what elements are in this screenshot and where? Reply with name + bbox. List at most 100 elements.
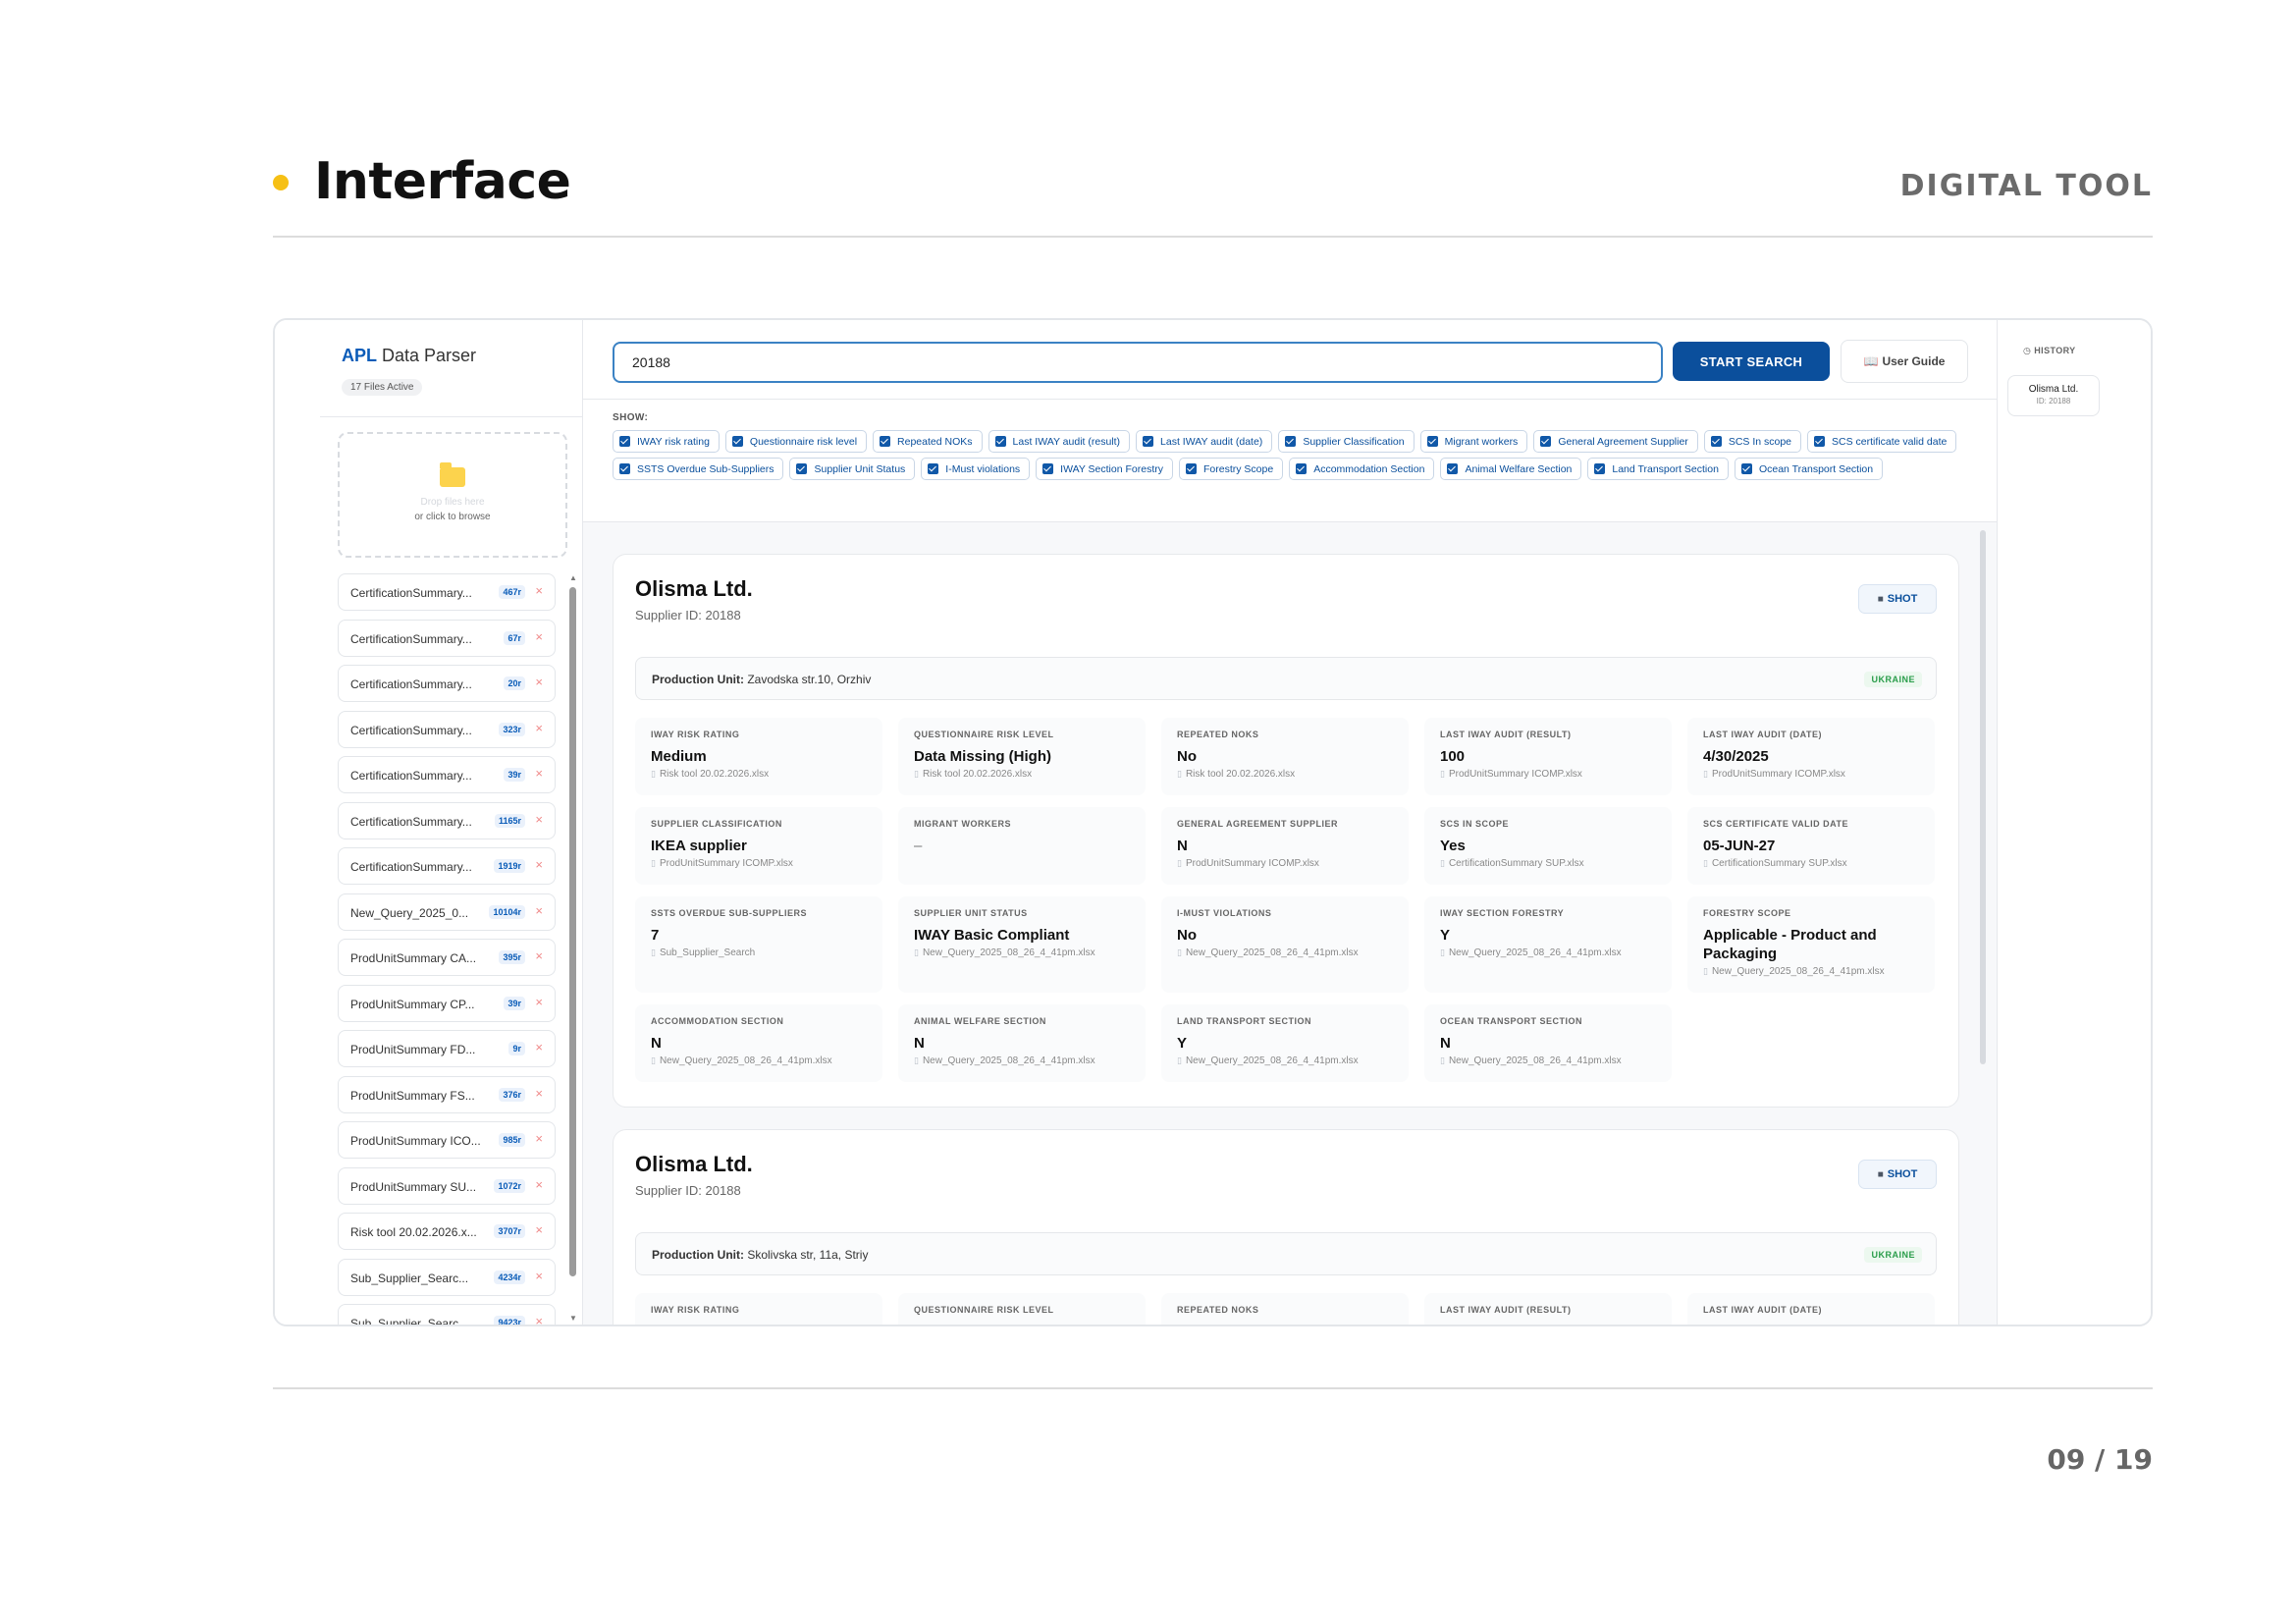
user-guide-button[interactable]: 📖 User Guide — [1841, 340, 1968, 383]
checkbox-checked-icon[interactable] — [1540, 436, 1552, 447]
remove-file-icon[interactable]: × — [535, 948, 543, 963]
start-search-button[interactable]: START SEARCH — [1673, 342, 1830, 381]
filter-chip[interactable]: Migrant workers — [1419, 430, 1528, 453]
remove-file-icon[interactable]: × — [535, 1222, 543, 1237]
file-list-scrollbar[interactable]: ▲ ▼ — [567, 573, 579, 1325]
checkbox-checked-icon[interactable] — [1042, 463, 1054, 474]
scroll-up-arrow-icon[interactable]: ▲ — [569, 573, 577, 582]
checkbox-checked-icon[interactable] — [1296, 463, 1308, 474]
checkbox-checked-icon[interactable] — [1447, 463, 1459, 474]
field-label: REPEATED NOKS — [1177, 730, 1259, 739]
checkbox-checked-icon[interactable] — [1814, 436, 1826, 447]
remove-file-icon[interactable]: × — [535, 1040, 543, 1055]
results-scrollbar[interactable] — [1980, 530, 1986, 1064]
checkbox-checked-icon[interactable] — [1740, 463, 1752, 474]
file-list-item[interactable]: CertificationSummary... 67r × — [338, 619, 556, 657]
remove-file-icon[interactable]: × — [535, 1269, 543, 1283]
field-cell: SCS IN SCOPE Yes ▯ CertificationSummary SUP… — [1424, 807, 1672, 885]
checkbox-checked-icon[interactable] — [1143, 436, 1154, 447]
filter-chip[interactable]: Repeated NOKs — [873, 430, 983, 453]
remove-file-icon[interactable]: × — [535, 629, 543, 644]
checkbox-checked-icon[interactable] — [1426, 436, 1438, 447]
file-list-item[interactable]: ProdUnitSummary CP... 39r × — [338, 984, 556, 1022]
file-list-item[interactable]: CertificationSummary... 39r × — [338, 756, 556, 793]
filter-chip[interactable]: Supplier Classification — [1278, 430, 1415, 453]
filter-chip[interactable]: Forestry Scope — [1179, 458, 1284, 480]
screenshot-button[interactable]: ■ SHOT — [1858, 1160, 1937, 1189]
file-list-item[interactable]: ProdUnitSummary FD... 9r × — [338, 1030, 556, 1067]
scrollbar-thumb[interactable] — [569, 587, 576, 1276]
filter-chip[interactable]: Last IWAY audit (date) — [1136, 430, 1273, 453]
file-list-item[interactable]: CertificationSummary... 20r × — [338, 665, 556, 702]
checkbox-checked-icon[interactable] — [1594, 463, 1606, 474]
remove-file-icon[interactable]: × — [535, 812, 543, 827]
filter-chip[interactable]: SCS In scope — [1703, 430, 1802, 453]
remove-file-icon[interactable]: × — [535, 675, 543, 689]
checkbox-checked-icon[interactable] — [1710, 436, 1722, 447]
file-list-item[interactable]: ProdUnitSummary CA... 395r × — [338, 939, 556, 976]
remove-file-icon[interactable]: × — [535, 857, 543, 872]
remove-file-icon[interactable]: × — [535, 1314, 543, 1325]
filter-chip[interactable]: SCS certificate valid date — [1807, 430, 1957, 453]
supplier-name: Olisma Ltd. — [635, 1152, 753, 1176]
document-icon: ▯ — [1177, 858, 1182, 868]
filter-chip[interactable]: IWAY risk rating — [613, 430, 720, 453]
file-list-item[interactable]: CertificationSummary... 467r × — [338, 573, 556, 611]
checkbox-checked-icon[interactable] — [619, 436, 630, 447]
filter-chip[interactable]: General Agreement Supplier — [1533, 430, 1698, 453]
filter-chip[interactable]: Last IWAY audit (result) — [988, 430, 1131, 453]
checkbox-checked-icon[interactable] — [928, 463, 939, 474]
checkbox-checked-icon[interactable] — [1285, 436, 1297, 447]
remove-file-icon[interactable]: × — [535, 1177, 543, 1192]
document-icon: ▯ — [651, 947, 656, 957]
remove-file-icon[interactable]: × — [535, 721, 543, 735]
filter-chip[interactable]: Supplier Unit Status — [789, 458, 916, 480]
checkbox-checked-icon[interactable] — [796, 463, 808, 474]
filter-chip[interactable]: Ocean Transport Section — [1734, 458, 1884, 480]
file-list-item[interactable]: CertificationSummary... 1919r × — [338, 847, 556, 885]
checkbox-checked-icon[interactable] — [731, 436, 743, 447]
remove-file-icon[interactable]: × — [535, 903, 543, 918]
file-list-item[interactable]: New_Query_2025_0... 10104r × — [338, 893, 556, 931]
file-list-item[interactable]: Sub_Supplier_Searc... 4234r × — [338, 1258, 556, 1296]
file-list-item[interactable]: ProdUnitSummary FS... 376r × — [338, 1075, 556, 1113]
remove-file-icon[interactable]: × — [535, 995, 543, 1009]
field-cell: QUESTIONNAIRE RISK LEVEL — [898, 1293, 1146, 1325]
screenshot-button[interactable]: ■ SHOT — [1858, 584, 1937, 614]
file-list-item[interactable]: ProdUnitSummary ICO... 985r × — [338, 1121, 556, 1159]
field-source-name: New_Query_2025_08_26_4_41pm.xlsx — [922, 947, 1095, 958]
filter-chip[interactable]: I-Must violations — [921, 458, 1031, 480]
field-source-name: CertificationSummary SUP.xlsx — [1448, 858, 1584, 869]
field-source: ▯ CertificationSummary SUP.xlsx — [1703, 858, 1919, 869]
file-list-item[interactable]: Risk tool 20.02.2026.x... 3707r × — [338, 1213, 556, 1250]
filter-chip[interactable]: Accommodation Section — [1289, 458, 1435, 480]
filter-chip[interactable]: IWAY Section Forestry — [1036, 458, 1173, 480]
main-panel: START SEARCH 📖User Guide SHOW: IWAY risk… — [583, 320, 1997, 1325]
file-list-item[interactable]: Sub_Supplier_Searc... 9423r × — [338, 1304, 556, 1325]
filter-chip[interactable]: Animal Welfare Section — [1440, 458, 1582, 480]
checkbox-checked-icon[interactable] — [619, 463, 630, 474]
field-source: ▯ New_Query_2025_08_26_4_41pm.xlsx — [1703, 966, 1919, 977]
search-input[interactable] — [613, 342, 1663, 383]
remove-file-icon[interactable]: × — [535, 766, 543, 781]
field-source-name: Risk tool 20.02.2026.xlsx — [922, 769, 1033, 780]
history-item[interactable]: Olisma Ltd. ID: 20188 — [2007, 375, 2100, 416]
scroll-down-arrow-icon[interactable]: ▼ — [569, 1314, 577, 1323]
filter-chip-label: SCS In scope — [1728, 435, 1792, 448]
file-list-item[interactable]: CertificationSummary... 1165r × — [338, 801, 556, 839]
checkbox-checked-icon[interactable] — [880, 436, 891, 447]
filter-chip[interactable]: Land Transport Section — [1587, 458, 1729, 480]
file-list-item[interactable]: ProdUnitSummary SU... 1072r × — [338, 1166, 556, 1205]
filter-chip[interactable]: SSTS Overdue Sub-Suppliers — [613, 458, 784, 480]
checkbox-checked-icon[interactable] — [1186, 463, 1197, 474]
remove-file-icon[interactable]: × — [535, 1086, 543, 1101]
file-dropzone[interactable]: Drop files here or click to browse — [338, 432, 567, 558]
results-area[interactable]: Olisma Ltd. Supplier ID: 20188 ■ SHOT Pro… — [583, 522, 1997, 1325]
remove-file-icon[interactable]: × — [535, 583, 543, 598]
file-list-item[interactable]: CertificationSummary... 323r × — [338, 710, 556, 748]
field-value: N — [1177, 838, 1188, 854]
field-source: ▯ New_Query_2025_08_26_4_41pm.xlsx — [651, 1055, 867, 1066]
filter-chip[interactable]: Questionnaire risk level — [724, 430, 868, 453]
remove-file-icon[interactable]: × — [535, 1131, 543, 1146]
checkbox-checked-icon[interactable] — [994, 436, 1006, 447]
